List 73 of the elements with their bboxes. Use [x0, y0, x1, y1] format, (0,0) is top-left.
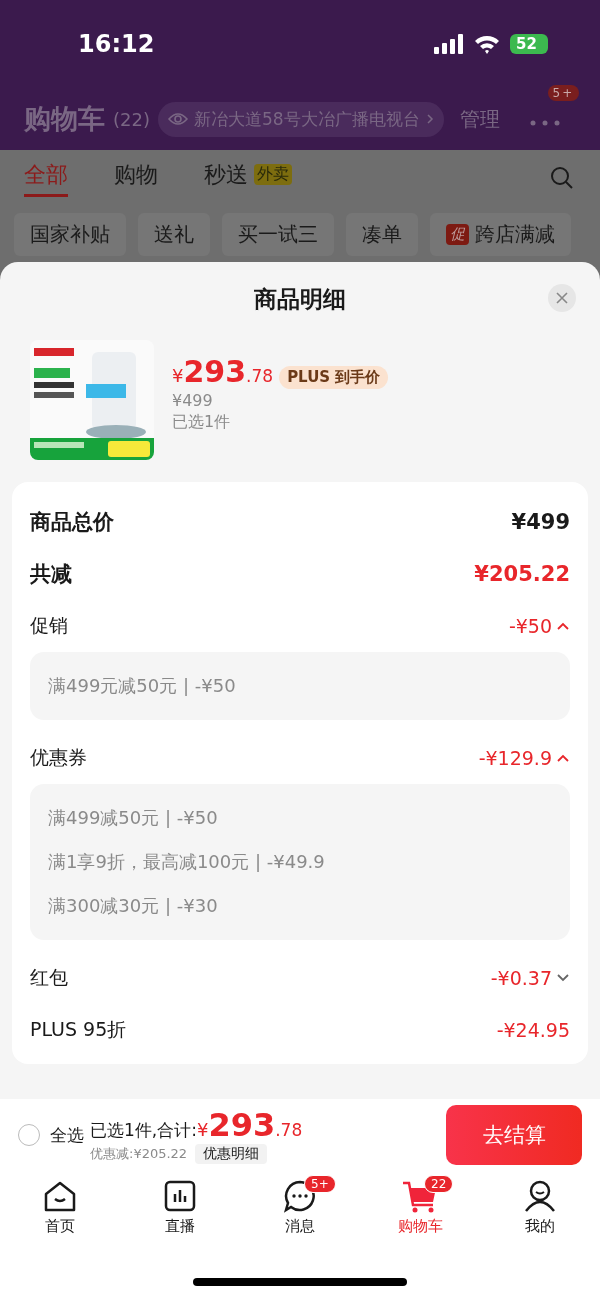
nav-label[interactable]: 消息	[285, 1217, 315, 1236]
wifi-icon	[474, 34, 500, 54]
total-price: ¥293.78	[196, 1106, 303, 1144]
row-value: -¥50	[508, 615, 552, 637]
discount-detail: 满300减30元 | -¥30	[48, 894, 219, 918]
row-value: -¥24.95	[496, 1019, 570, 1041]
row-label: 促销	[30, 613, 68, 638]
promo-tag: 促	[446, 223, 469, 245]
page-title: 购物车	[24, 102, 105, 136]
row-label: 红包	[30, 965, 68, 990]
discount-detail: 满499减50元 | -¥50	[48, 806, 219, 830]
caret-down-icon[interactable]	[556, 973, 570, 983]
tab-label: 全部	[24, 160, 68, 189]
tab-label: 秒送	[204, 160, 248, 189]
filter-chip[interactable]: 凑单	[346, 212, 418, 256]
chip-label: 送礼	[154, 220, 194, 248]
search-icon[interactable]	[550, 166, 574, 190]
chevron-right-icon	[425, 113, 434, 125]
person-icon	[523, 1179, 557, 1213]
tab-tag: 外卖	[254, 164, 292, 185]
address-text: 新冶大道58号大冶广播电视台	[193, 107, 420, 131]
row-value: -¥129.9	[478, 747, 552, 769]
notification-badge: 5+	[547, 85, 580, 101]
status-time: 16:12	[78, 30, 155, 58]
row-label: 共减	[30, 561, 72, 588]
caret-up-icon[interactable]	[556, 753, 570, 763]
deal-price: ¥293.78	[172, 354, 274, 389]
tab-label: 购物	[114, 160, 158, 189]
close-button[interactable]	[548, 284, 576, 312]
tab[interactable]: 购物	[114, 159, 158, 197]
filter-chip[interactable]: 送礼	[138, 212, 210, 256]
original-price: ¥499	[172, 391, 214, 410]
nav-label[interactable]: 我的	[525, 1217, 555, 1236]
selected-count: 已选1件	[172, 412, 232, 433]
chip-label: 买一试三	[238, 220, 318, 248]
signal-icon	[434, 34, 464, 54]
filter-chip[interactable]: 促 跨店满减	[430, 212, 571, 256]
battery-level: 52	[510, 34, 548, 54]
tab[interactable]: 秒送 外卖	[204, 159, 292, 197]
row-value: -¥0.37	[490, 967, 552, 989]
row-value: ¥499	[511, 510, 570, 534]
filter-chip[interactable]: 国家补贴	[14, 212, 126, 256]
select-all-label[interactable]: 全选	[50, 1123, 84, 1147]
home-icon	[43, 1179, 77, 1213]
chip-label: 跨店满减	[475, 220, 555, 248]
close-icon	[556, 292, 568, 304]
summary-label: 已选1件,合计:	[90, 1119, 197, 1142]
bar-chart-icon	[163, 1179, 197, 1213]
discount-detail: 满499元减50元 | -¥50	[48, 674, 237, 698]
row-label: 优惠券	[30, 745, 87, 770]
nav-label[interactable]: 直播	[165, 1217, 195, 1236]
nav-label[interactable]: 购物车	[397, 1217, 443, 1236]
sheet-title: 商品明细	[254, 284, 346, 314]
more-icon[interactable]	[529, 120, 560, 126]
discount-total: 优惠减:¥205.22	[90, 1145, 188, 1163]
chip-label: 凑单	[362, 220, 402, 248]
cart-count: (22)	[113, 108, 150, 130]
nav-label[interactable]: 首页	[45, 1217, 75, 1236]
chip-label: 国家补贴	[30, 220, 110, 248]
nav-badge: 5+	[304, 1175, 336, 1193]
price-tag: PLUS 到手价	[279, 366, 389, 389]
discount-detail-button[interactable]: 优惠明细	[195, 1144, 268, 1164]
row-label: PLUS 95折	[30, 1017, 127, 1042]
row-value: ¥205.22	[474, 562, 570, 586]
nav-badge: 22	[424, 1175, 454, 1193]
address-pill[interactable]: 新冶大道58号大冶广播电视台	[157, 101, 444, 137]
eye-icon	[167, 112, 188, 126]
discount-detail: 满1享9折，最高减100元 | -¥49.9	[48, 850, 326, 874]
checkout-button[interactable]: 去结算	[446, 1105, 582, 1165]
row-label: 商品总价	[30, 509, 114, 536]
manage-link[interactable]: 管理	[459, 105, 500, 133]
filter-chip[interactable]: 买一试三	[222, 212, 334, 256]
caret-up-icon[interactable]	[556, 621, 570, 631]
